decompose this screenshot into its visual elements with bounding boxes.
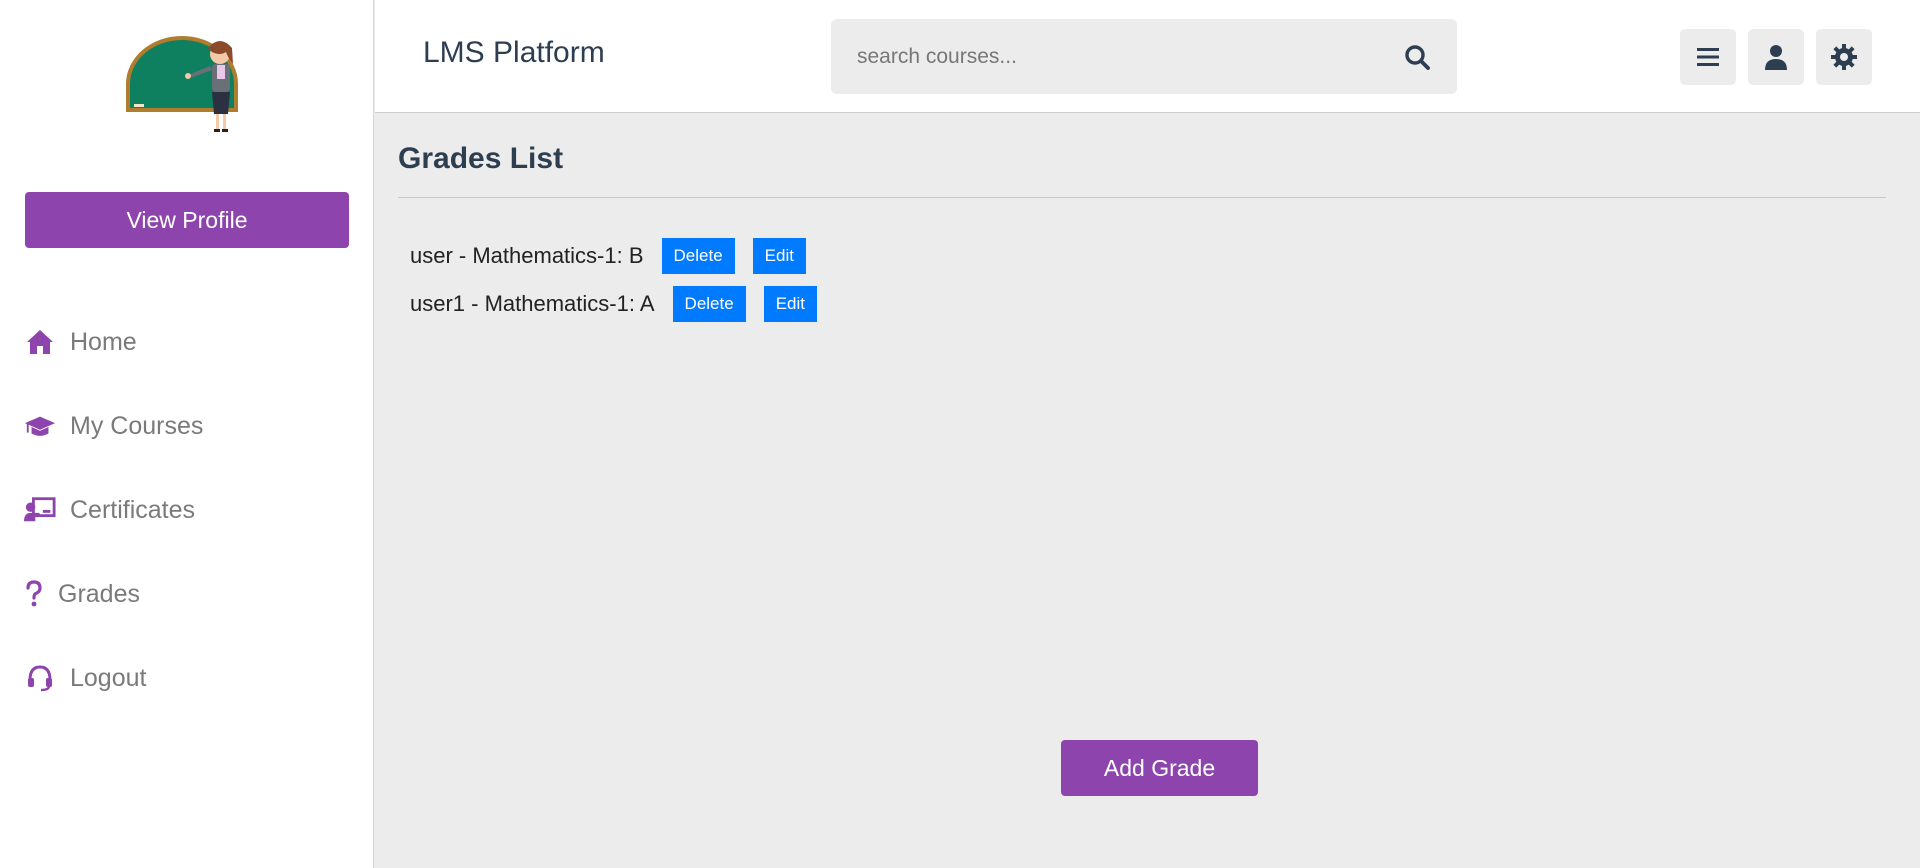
menu-icon <box>1697 48 1719 66</box>
edit-grade-button[interactable]: Edit <box>752 238 806 274</box>
search-icon <box>1405 44 1430 70</box>
settings-icon <box>1831 44 1857 70</box>
user-icon <box>1765 45 1787 70</box>
sidebar-item-grades[interactable]: Grades <box>0 552 374 636</box>
grades-list: user - Mathematics-1: B Delete Edit user… <box>410 238 835 334</box>
question-icon <box>24 578 44 610</box>
delete-grade-button[interactable]: Delete <box>672 286 746 322</box>
sidebar-item-label: Logout <box>70 663 147 692</box>
grade-entry: user1 - Mathematics-1: A <box>410 291 655 316</box>
user-button[interactable] <box>1748 29 1804 85</box>
sidebar-item-my-courses[interactable]: My Courses <box>0 384 374 468</box>
main-content: Grades List user - Mathematics-1: B Dele… <box>375 114 1920 868</box>
sidebar-item-home[interactable]: Home <box>0 300 374 384</box>
brand-title: LMS Platform <box>423 36 605 69</box>
sidebar-item-label: Home <box>70 327 137 356</box>
sidebar: View Profile Home My Courses Certificate… <box>0 0 374 868</box>
settings-button[interactable] <box>1816 29 1872 85</box>
title-divider <box>398 197 1886 198</box>
graduation-cap-icon <box>24 410 56 442</box>
sidebar-item-label: Certificates <box>70 495 196 524</box>
menu-button[interactable] <box>1680 29 1736 85</box>
search-input[interactable] <box>831 19 1377 94</box>
teacher-avatar <box>120 34 250 154</box>
headset-icon <box>24 662 56 694</box>
chalkboard-teacher-icon <box>24 494 56 526</box>
page-title: Grades List <box>398 142 564 175</box>
search-bar <box>831 19 1457 94</box>
add-grade-button[interactable]: Add Grade <box>1061 740 1258 796</box>
search-button[interactable] <box>1377 19 1457 94</box>
home-icon <box>24 326 56 358</box>
view-profile-button[interactable]: View Profile <box>25 192 349 248</box>
sidebar-item-logout[interactable]: Logout <box>0 636 374 720</box>
sidebar-item-label: My Courses <box>70 411 204 440</box>
grade-row: user - Mathematics-1: B Delete Edit <box>410 238 835 274</box>
top-header: LMS Platform <box>375 0 1920 113</box>
grade-row: user1 - Mathematics-1: A Delete Edit <box>410 286 835 322</box>
edit-grade-button[interactable]: Edit <box>763 286 817 322</box>
sidebar-item-certificates[interactable]: Certificates <box>0 468 374 552</box>
sidebar-item-label: Grades <box>58 579 140 608</box>
grade-entry: user - Mathematics-1: B <box>410 243 644 268</box>
sidebar-nav: Home My Courses Certificates Grades Logo… <box>0 300 374 720</box>
delete-grade-button[interactable]: Delete <box>661 238 735 274</box>
